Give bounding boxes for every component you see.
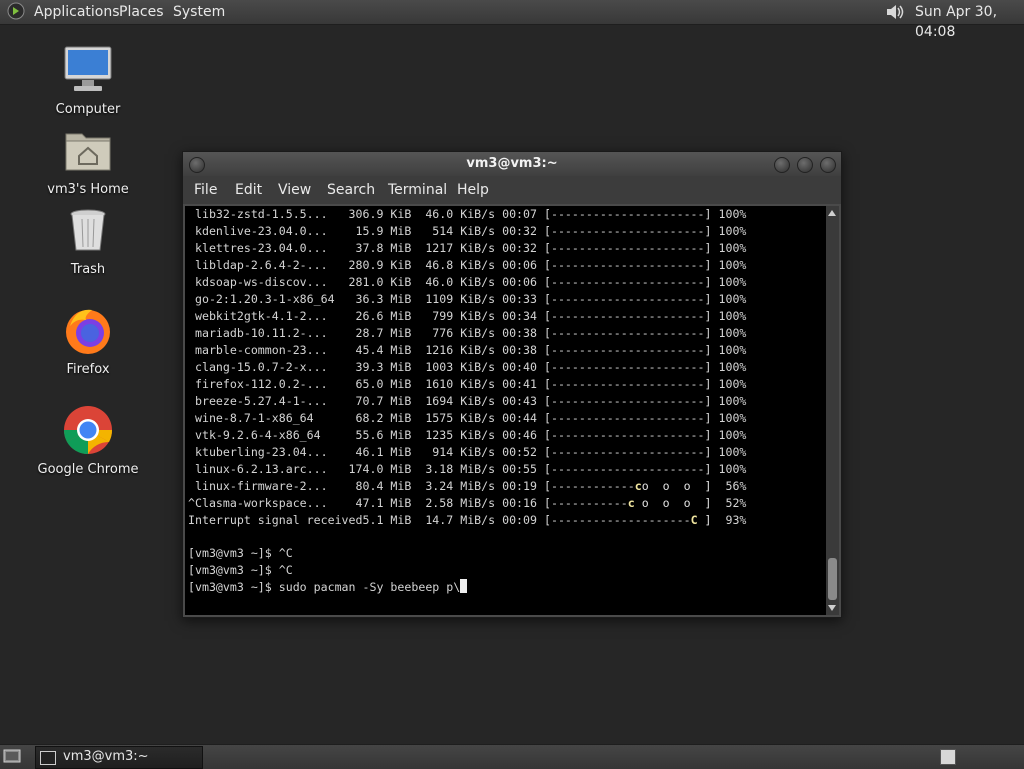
terminal-line: clang-15.0.7-2-x... 39.3 MiB 1003 KiB/s …: [188, 360, 747, 374]
terminal-line: wine-8.7-1-x86_64 68.2 MiB 1575 KiB/s 00…: [188, 411, 747, 425]
home-folder-icon: [65, 133, 111, 171]
terminal-line: marble-common-23... 45.4 MiB 1216 KiB/s …: [188, 343, 747, 357]
desktop-icon-computer[interactable]: Computer: [33, 44, 143, 117]
window-titlebar[interactable]: vm3@vm3:~: [183, 152, 841, 176]
terminal-line: firefox-112.0.2-... 65.0 MiB 1610 KiB/s …: [188, 377, 747, 391]
scroll-down-arrow-icon[interactable]: [828, 605, 836, 611]
trash-can-icon: [70, 209, 106, 251]
progress-text: linux-firmware-2... 80.4 MiB 3.24 MiB/s …: [188, 479, 635, 493]
desktop-icon-firefox[interactable]: Firefox: [33, 304, 143, 377]
computer-monitor-icon: [64, 46, 112, 91]
minimize-button[interactable]: [774, 157, 790, 173]
terminal-command-line[interactable]: [vm3@vm3 ~]$ sudo pacman -Sy beebeep p\: [188, 579, 468, 596]
bottom-panel: vm3@vm3:~: [0, 744, 1024, 769]
gnome-foot-icon[interactable]: [7, 2, 25, 20]
menu-view[interactable]: View: [278, 182, 311, 198]
menu-help[interactable]: Help: [457, 182, 489, 198]
scrollbar-thumb[interactable]: [828, 558, 837, 600]
terminal-progress-line: ^Clasma-workspace... 47.1 MiB 2.58 MiB/s…: [188, 495, 746, 512]
workspace-switcher-icon[interactable]: [940, 749, 956, 765]
show-desktop-icon[interactable]: [3, 748, 21, 764]
maximize-button[interactable]: [797, 157, 813, 173]
terminal-line: kdsoap-ws-discov... 281.0 KiB 46.0 KiB/s…: [188, 275, 747, 289]
firefox-icon: [66, 309, 110, 354]
speaker-icon[interactable]: [884, 2, 906, 22]
progress-percent: 56%: [711, 479, 747, 493]
progress-text: ^Clasma-workspace... 47.1 MiB 2.58 MiB/s…: [188, 496, 628, 510]
text-cursor: [460, 579, 468, 593]
terminal-line: klettres-23.04.0... 37.8 MiB 1217 KiB/s …: [188, 241, 747, 255]
terminal-line: linux-6.2.13.arc... 174.0 MiB 3.18 MiB/s…: [188, 462, 747, 476]
terminal-line: ktuberling-23.04... 46.1 MiB 914 KiB/s 0…: [188, 445, 747, 459]
current-command: [vm3@vm3 ~]$ sudo pacman -Sy beebeep p\: [188, 580, 461, 594]
progress-pills: o o o ]: [634, 496, 712, 510]
desktop-icon-home[interactable]: vm3's Home: [33, 124, 143, 197]
menu-edit[interactable]: Edit: [235, 182, 262, 198]
desktop-icon-label: Trash: [70, 262, 106, 277]
progress-percent: 52%: [711, 496, 747, 510]
menu-terminal[interactable]: Terminal: [388, 182, 447, 198]
terminal-output[interactable]: lib32-zstd-1.5.5... 306.9 KiB 46.0 KiB/s…: [185, 206, 826, 615]
terminal-line: breeze-5.27.4-1-... 70.7 MiB 1694 KiB/s …: [188, 394, 747, 408]
terminal-prompt-line: [vm3@vm3 ~]$ ^C: [188, 563, 293, 577]
desktop-icon-label: Computer: [55, 102, 121, 117]
progress-percent: 93%: [711, 513, 747, 527]
terminal-menubar: File Edit View Search Terminal Help: [183, 176, 841, 204]
scroll-up-arrow-icon[interactable]: [828, 210, 836, 216]
terminal-window: vm3@vm3:~ File Edit View Search Terminal…: [182, 151, 842, 618]
window-title: vm3@vm3:~: [466, 156, 558, 171]
terminal-progress-line: Interrupt signal received5.1 MiB 14.7 Mi…: [188, 512, 746, 529]
menu-places[interactable]: Places: [119, 2, 164, 22]
pacman-progress-icon: c: [627, 496, 635, 510]
menu-system[interactable]: System: [173, 2, 225, 22]
terminal-line: webkit2gtk-4.1-2... 26.6 MiB 799 KiB/s 0…: [188, 309, 747, 323]
terminal-line: kdenlive-23.04.0... 15.9 MiB 514 KiB/s 0…: [188, 224, 747, 238]
pacman-progress-icon: c: [634, 479, 642, 493]
desktop-icon-label: vm3's Home: [47, 182, 129, 197]
terminal-line: libldap-2.6.4-2-... 280.9 KiB 46.8 KiB/s…: [188, 258, 747, 272]
progress-text: Interrupt signal received5.1 MiB 14.7 Mi…: [188, 513, 691, 527]
terminal-line: lib32-zstd-1.5.5... 306.9 KiB 46.0 KiB/s…: [188, 207, 747, 221]
vertical-scrollbar[interactable]: [826, 206, 839, 615]
task-label: vm3@vm3:~: [63, 749, 149, 764]
terminal-line: go-2:1.20.3-1-x86_64 36.3 MiB 1109 KiB/s…: [188, 292, 747, 306]
terminal-progress-line: linux-firmware-2... 80.4 MiB 3.24 MiB/s …: [188, 478, 746, 495]
top-panel: Applications Places System Sun Apr 30, 0…: [0, 0, 1024, 40]
pacman-progress-icon: C: [690, 513, 698, 527]
desktop-icon-label: Google Chrome: [37, 462, 139, 477]
progress-pills: ]: [697, 513, 712, 527]
taskbar-terminal-button[interactable]: vm3@vm3:~: [35, 746, 203, 769]
terminal-icon: [40, 751, 56, 765]
menu-applications[interactable]: Applications: [34, 2, 120, 22]
close-button[interactable]: [820, 157, 836, 173]
desktop-icon-chrome[interactable]: Google Chrome: [33, 404, 143, 477]
clock[interactable]: Sun Apr 30, 04:08: [915, 2, 1024, 42]
terminal-prompt-line: [vm3@vm3 ~]$ ^C: [188, 546, 293, 560]
desktop-icon-label: Firefox: [66, 362, 110, 377]
terminal-line: vtk-9.2.6-4-x86_64 55.6 MiB 1235 KiB/s 0…: [188, 428, 747, 442]
chrome-icon: [63, 406, 113, 455]
menu-file[interactable]: File: [194, 182, 217, 198]
desktop-icon-trash[interactable]: Trash: [33, 204, 143, 277]
menu-search[interactable]: Search: [327, 182, 375, 198]
terminal-line: mariadb-10.11.2-... 28.7 MiB 776 KiB/s 0…: [188, 326, 747, 340]
progress-pills: o o o ]: [641, 479, 712, 493]
